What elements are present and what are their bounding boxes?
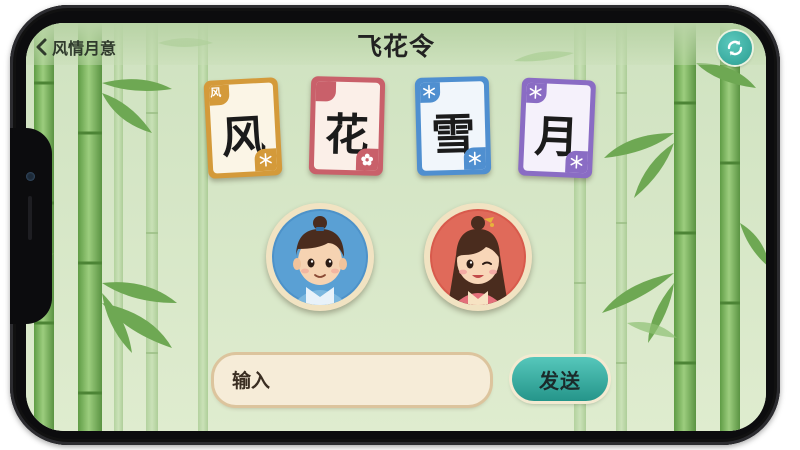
player-avatar-girl[interactable] xyxy=(424,203,532,311)
boy-avatar-icon xyxy=(274,211,366,305)
card-hua[interactable]: 花 xyxy=(308,76,386,176)
send-button[interactable]: 发送 xyxy=(512,357,608,401)
game-screen: 风情月意 飞花令 风 风 花 雪 月 输入 发送 xyxy=(26,23,766,431)
speaker-grille xyxy=(28,196,32,240)
snowflake-icon xyxy=(423,84,436,99)
front-camera-icon xyxy=(26,172,35,181)
flower-icon xyxy=(361,153,374,166)
player-avatar-boy[interactable] xyxy=(266,203,374,311)
snowflake-icon xyxy=(570,155,583,169)
card-yue[interactable]: 月 xyxy=(517,77,597,179)
card-xue[interactable]: 雪 xyxy=(414,76,492,176)
refresh-icon xyxy=(727,40,743,56)
answer-input[interactable] xyxy=(230,363,478,399)
snowflake-icon xyxy=(529,85,542,99)
answer-input-box[interactable] xyxy=(214,355,490,405)
page-title: 飞花令 xyxy=(356,32,435,61)
snowflake-icon xyxy=(259,153,272,167)
girl-avatar-icon xyxy=(432,211,524,305)
snowflake-icon xyxy=(468,151,481,166)
card-feng[interactable]: 风 风 xyxy=(203,77,283,179)
card-corner-label: 风 xyxy=(209,86,222,100)
refresh-button[interactable] xyxy=(718,31,752,65)
